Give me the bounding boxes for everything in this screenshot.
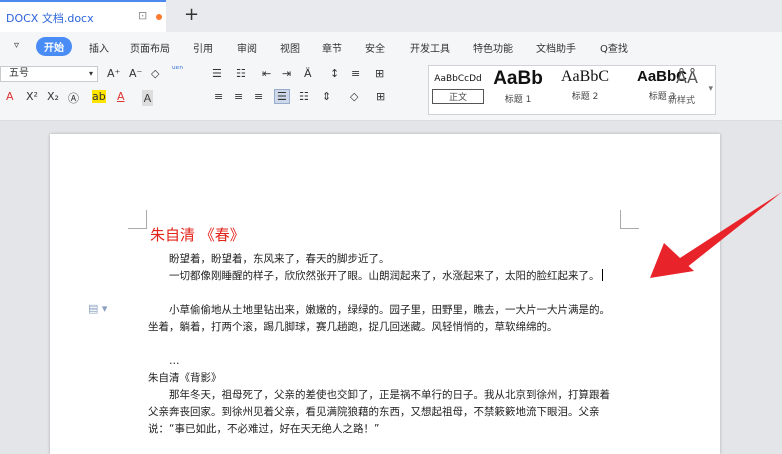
annotation-arrow-shaft [680, 192, 782, 268]
annotation-arrow [650, 192, 782, 278]
